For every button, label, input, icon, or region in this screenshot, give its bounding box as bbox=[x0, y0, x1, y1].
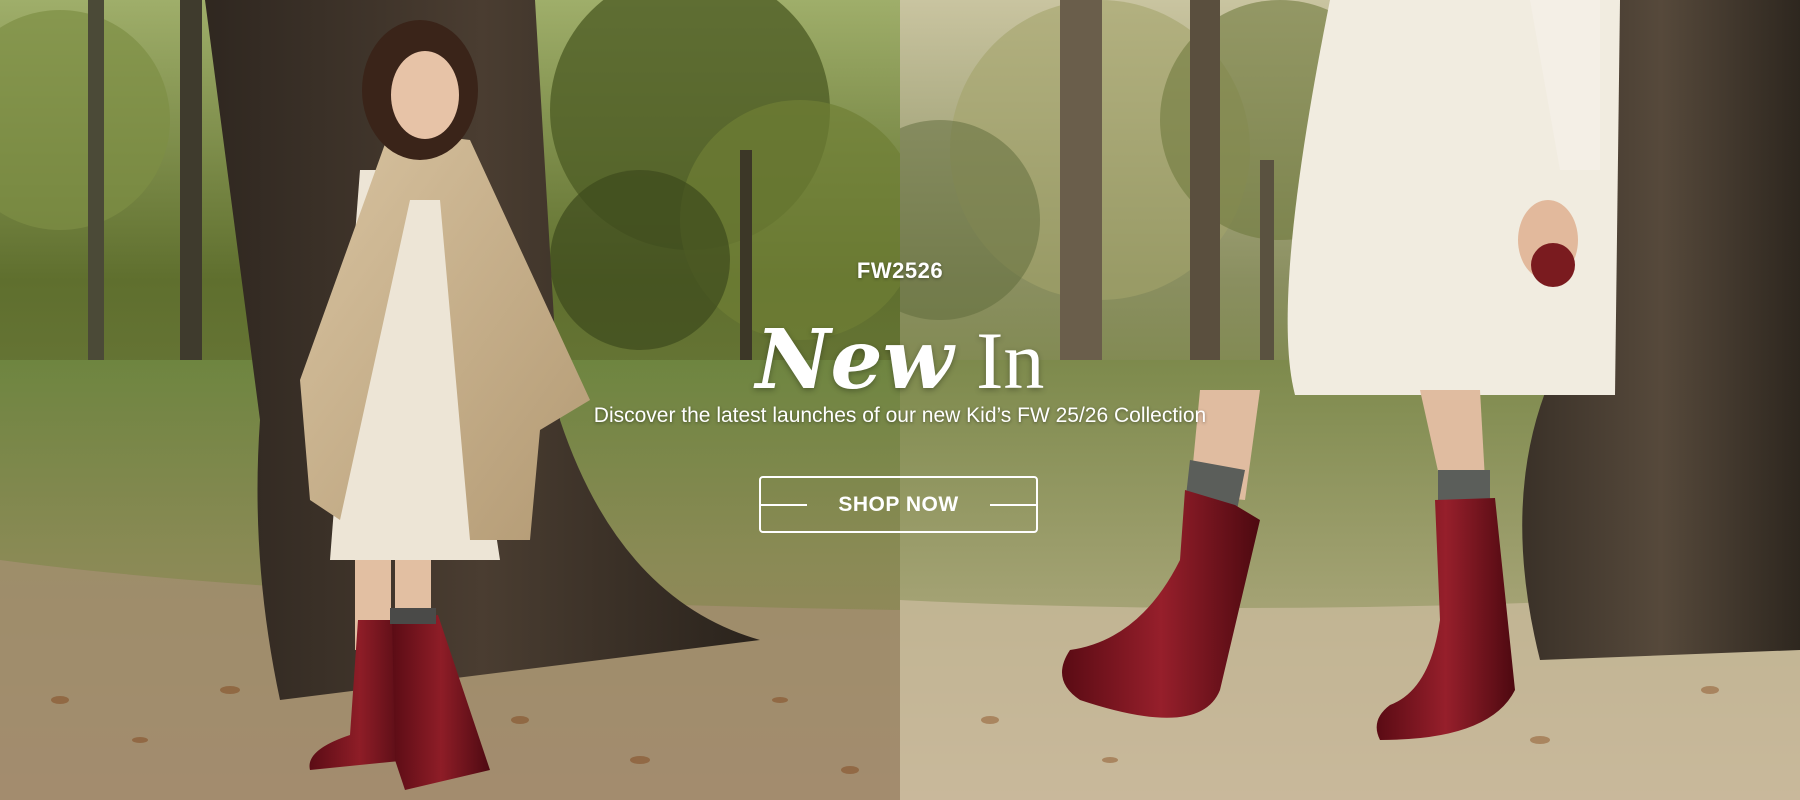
button-line-right bbox=[990, 504, 1036, 506]
hero-title: New In bbox=[0, 312, 1800, 409]
button-line-left bbox=[761, 504, 807, 506]
hero-title-plain: In bbox=[976, 315, 1045, 406]
shop-now-label: SHOP NOW bbox=[838, 492, 959, 516]
shop-now-button[interactable]: SHOP NOW bbox=[759, 476, 1038, 533]
hero-title-script: New bbox=[755, 312, 954, 408]
season-label: FW2526 bbox=[856, 258, 944, 283]
hero-subtitle: Discover the latest launches of our new … bbox=[593, 404, 1207, 427]
hero-banner[interactable]: FW2526 New In Discover the latest launch… bbox=[0, 0, 1800, 800]
hero-overlay: FW2526 New In Discover the latest launch… bbox=[0, 0, 1800, 800]
